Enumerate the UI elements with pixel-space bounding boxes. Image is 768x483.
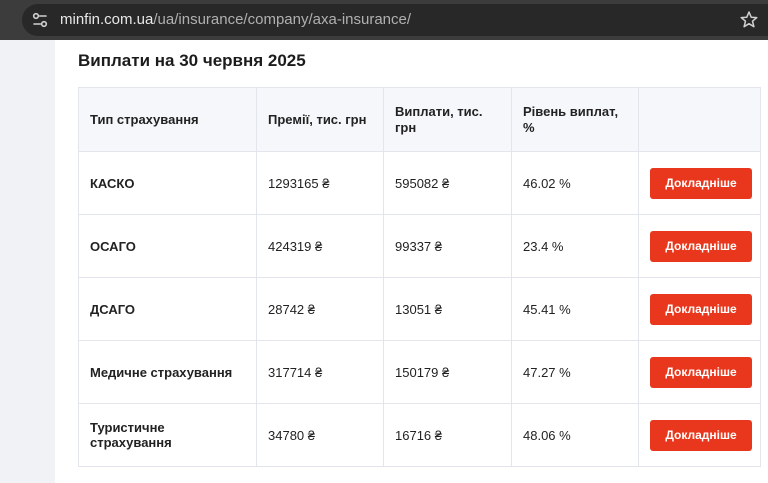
action-cell: Докладніше bbox=[638, 340, 761, 404]
star-icon[interactable] bbox=[738, 9, 760, 31]
payout-level-cell: 45.41 % bbox=[511, 277, 639, 341]
premiums-cell: 1293165 ₴ bbox=[256, 151, 384, 215]
payout-level-cell: 46.02 % bbox=[511, 151, 639, 215]
browser-toolbar: minfin.com.ua/ua/insurance/company/axa-i… bbox=[0, 0, 768, 40]
details-button[interactable]: Докладніше bbox=[650, 293, 752, 325]
premiums-cell: 28742 ₴ bbox=[256, 277, 384, 341]
header-payouts: Виплати, тис. грн bbox=[383, 87, 512, 152]
payouts-cell: 150179 ₴ bbox=[383, 340, 512, 404]
table-row: ДСАГО 28742 ₴ 13051 ₴ 45.41 % Докладніше bbox=[78, 277, 761, 341]
details-button[interactable]: Докладніше bbox=[650, 356, 752, 388]
table-row: Медичне страхування 317714 ₴ 150179 ₴ 47… bbox=[78, 340, 761, 404]
action-cell: Докладніше bbox=[638, 151, 761, 215]
url-path: /ua/insurance/company/axa-insurance/ bbox=[153, 11, 412, 28]
premiums-cell: 34780 ₴ bbox=[256, 403, 384, 467]
action-cell: Докладніше bbox=[638, 403, 761, 467]
insurance-type-link[interactable]: Медичне страхування bbox=[78, 340, 257, 404]
payout-level-cell: 48.06 % bbox=[511, 403, 639, 467]
header-type: Тип страхування bbox=[78, 87, 257, 152]
url-text[interactable]: minfin.com.ua/ua/insurance/company/axa-i… bbox=[60, 11, 411, 28]
table-row: Туристичне страхування 34780 ₴ 16716 ₴ 4… bbox=[78, 403, 761, 467]
action-cell: Докладніше bbox=[638, 277, 761, 341]
url-domain: minfin.com.ua bbox=[60, 11, 154, 28]
site-settings-icon[interactable] bbox=[30, 10, 50, 30]
action-cell: Докладніше bbox=[638, 214, 761, 278]
page: Виплати на 30 червня 2025 Тип страхуванн… bbox=[0, 40, 768, 483]
table-row: КАСКО 1293165 ₴ 595082 ₴ 46.02 % Докладн… bbox=[78, 151, 761, 215]
table-row: ОСАГО 424319 ₴ 99337 ₴ 23.4 % Докладніше bbox=[78, 214, 761, 278]
header-level: Рівень виплат, % bbox=[511, 87, 639, 152]
content-card: Виплати на 30 червня 2025 Тип страхуванн… bbox=[55, 40, 768, 483]
details-button[interactable]: Докладніше bbox=[650, 419, 752, 451]
payouts-table: Тип страхування Премії, тис. грн Виплати… bbox=[78, 87, 761, 467]
payouts-cell: 16716 ₴ bbox=[383, 403, 512, 467]
header-actions bbox=[638, 87, 761, 152]
section-title: Виплати на 30 червня 2025 bbox=[78, 51, 306, 70]
premiums-cell: 424319 ₴ bbox=[256, 214, 384, 278]
details-button[interactable]: Докладніше bbox=[650, 167, 752, 199]
payout-level-cell: 47.27 % bbox=[511, 340, 639, 404]
table-header-row: Тип страхування Премії, тис. грн Виплати… bbox=[78, 87, 761, 152]
insurance-type-link[interactable]: Туристичне страхування bbox=[78, 403, 257, 467]
premiums-cell: 317714 ₴ bbox=[256, 340, 384, 404]
insurance-type-link[interactable]: ДСАГО bbox=[78, 277, 257, 341]
payout-level-cell: 23.4 % bbox=[511, 214, 639, 278]
payouts-cell: 595082 ₴ bbox=[383, 151, 512, 215]
insurance-type-link[interactable]: ОСАГО bbox=[78, 214, 257, 278]
details-button[interactable]: Докладніше bbox=[650, 230, 752, 262]
payouts-cell: 99337 ₴ bbox=[383, 214, 512, 278]
insurance-type-link[interactable]: КАСКО bbox=[78, 151, 257, 215]
payouts-cell: 13051 ₴ bbox=[383, 277, 512, 341]
header-premiums: Премії, тис. грн bbox=[256, 87, 384, 152]
